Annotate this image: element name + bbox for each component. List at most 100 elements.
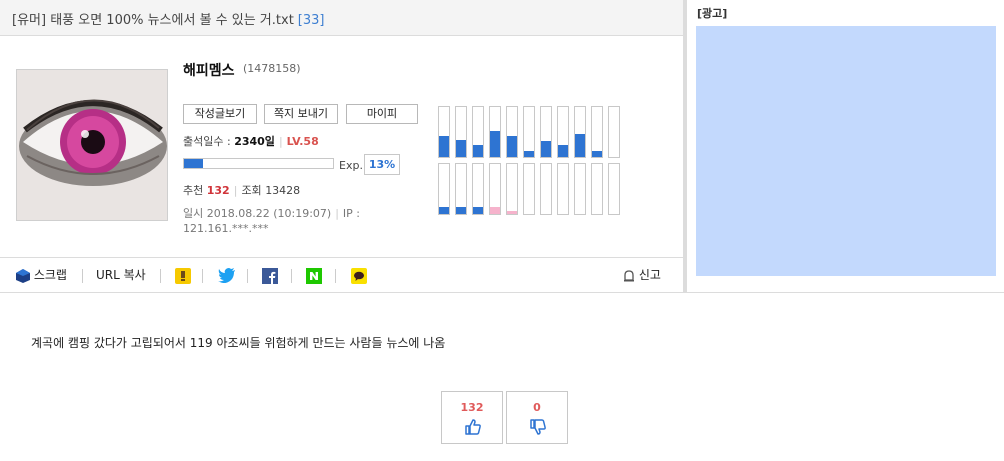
- siren-icon: [624, 270, 634, 282]
- report-label: 신고: [638, 268, 661, 282]
- naver-icon: [306, 267, 322, 284]
- exp-percent: 13%: [364, 154, 400, 175]
- separator: [247, 269, 248, 283]
- level-badge: LV.58: [286, 135, 319, 148]
- activity-bar-bottom-cell: [591, 163, 603, 215]
- activity-bar-top-cell: [574, 106, 586, 158]
- activity-bar-bottom-cell: [489, 163, 501, 215]
- comment-count-link[interactable]: [33]: [298, 13, 325, 28]
- exp-progress-bar: [183, 158, 334, 169]
- scrap-label: 스크랩: [33, 268, 67, 282]
- activity-chart-bottom: [438, 163, 622, 215]
- author-id: (1478158): [243, 62, 301, 75]
- activity-bar-bottom-fill: [456, 207, 466, 214]
- twitter-share-button[interactable]: [218, 266, 236, 284]
- stats-row: 추천 132 | 조회 13428: [183, 182, 300, 198]
- activity-bar-bottom-cell: [540, 163, 552, 215]
- activity-bar-top-fill: [473, 145, 483, 157]
- facebook-share-button[interactable]: [262, 266, 278, 284]
- report-button[interactable]: 신고: [623, 266, 661, 284]
- naver-share-button[interactable]: [306, 266, 322, 284]
- post-page: [유머] 태풍 오면 100% 뉴스에서 볼 수 있는 거.txt [33] 해피…: [0, 0, 1004, 461]
- post-title-bar: [유머] 태풍 오면 100% 뉴스에서 볼 수 있는 거.txt [33]: [0, 0, 683, 36]
- view-posts-button[interactable]: 작성글보기: [183, 104, 257, 124]
- post-title-text: [유머] 태풍 오면 100% 뉴스에서 볼 수 있는 거.txt: [12, 13, 294, 28]
- ad-label: [광고]: [697, 7, 728, 20]
- separator: |: [278, 135, 283, 148]
- activity-bar-top-fill: [541, 141, 551, 157]
- exp-label: Exp.: [339, 159, 363, 172]
- activity-bar-top-cell: [557, 106, 569, 158]
- ad-banner[interactable]: [696, 26, 996, 276]
- exp-progress-fill: [184, 159, 204, 168]
- kakaotalk-icon: [351, 267, 367, 284]
- activity-bar-bottom-cell: [608, 163, 620, 215]
- recommend-value: 132: [206, 184, 230, 197]
- author-nickname[interactable]: 해피멤스: [183, 60, 235, 80]
- views-value: 13428: [265, 184, 301, 197]
- activity-bar-bottom-cell: [472, 163, 484, 215]
- activity-bar-top-cell: [523, 106, 535, 158]
- vertical-divider: [683, 0, 687, 292]
- activity-bar-top-fill: [558, 145, 568, 157]
- upvote-count: 132: [460, 401, 484, 414]
- activity-bar-bottom-fill: [439, 207, 449, 214]
- attendance-value: 2340일: [234, 135, 275, 148]
- scrap-button[interactable]: 스크랩: [16, 266, 67, 284]
- post-date: 일시 2018.08.22 (10:19:07): [183, 207, 332, 220]
- separator: [160, 269, 161, 283]
- activity-bar-bottom-cell: [557, 163, 569, 215]
- separator: [82, 269, 83, 283]
- activity-bar-bottom-cell: [438, 163, 450, 215]
- author-photo[interactable]: [16, 69, 168, 221]
- downvote-count: 0: [533, 401, 541, 414]
- activity-bar-bottom-fill: [490, 207, 500, 214]
- mypi-button[interactable]: 마이피: [346, 104, 418, 124]
- url-copy-button[interactable]: URL 복사: [96, 266, 146, 284]
- separator: |: [335, 207, 339, 220]
- send-memo-button[interactable]: 쪽지 보내기: [264, 104, 338, 124]
- activity-bar-bottom-cell: [574, 163, 586, 215]
- separator: [335, 269, 336, 283]
- activity-bar-bottom-cell: [455, 163, 467, 215]
- activity-bar-bottom-cell: [506, 163, 518, 215]
- separator: [202, 269, 203, 283]
- activity-bar-bottom-fill: [507, 211, 517, 214]
- activity-bar-top-cell: [540, 106, 552, 158]
- ip-label: IP :: [342, 207, 361, 220]
- upvote-button[interactable]: 132: [441, 391, 503, 444]
- kakaostory-share-button[interactable]: [175, 266, 191, 284]
- facebook-icon: [262, 267, 278, 284]
- views-label: 조회: [241, 184, 262, 197]
- attendance-row: 출석일수 : 2340일 | LV.58: [183, 133, 319, 149]
- activity-bar-top-cell: [591, 106, 603, 158]
- activity-bar-top-cell: [438, 106, 450, 158]
- activity-bar-top-cell: [489, 106, 501, 158]
- content-divider: [0, 292, 1004, 293]
- activity-bar-top-cell: [472, 106, 484, 158]
- activity-chart-top: [438, 106, 622, 158]
- activity-bar-bottom-fill: [473, 207, 483, 214]
- kakaotalk-share-button[interactable]: [351, 266, 367, 284]
- activity-bar-top-fill: [507, 136, 517, 157]
- activity-bar-top-cell: [455, 106, 467, 158]
- activity-bar-top-fill: [575, 134, 585, 157]
- activity-bar-bottom-cell: [523, 163, 535, 215]
- downvote-button[interactable]: 0: [506, 391, 568, 444]
- separator: |: [233, 184, 238, 197]
- activity-bar-top-cell: [608, 106, 620, 158]
- post-body: 계곡에 캠핑 갔다가 고립되어서 119 아조씨들 위험하게 만드는 사람들 뉴…: [31, 336, 446, 350]
- recommend-label: 추천: [183, 184, 204, 197]
- post-meta: 일시 2018.08.22 (10:19:07) | IP : 121.161.**…: [183, 206, 383, 236]
- activity-bar-top-fill: [439, 136, 449, 157]
- activity-bar-top-fill: [524, 151, 534, 157]
- thumbs-down-icon: [530, 419, 546, 435]
- twitter-icon: [218, 268, 235, 283]
- ip-value: 121.161.***.***: [183, 222, 269, 235]
- activity-bar-top-fill: [490, 131, 500, 157]
- separator: [291, 269, 292, 283]
- activity-bar-top-fill: [456, 139, 466, 157]
- activity-bar-top-cell: [506, 106, 518, 158]
- scrap-icon: [16, 268, 30, 283]
- pink-eye-icon: [17, 70, 167, 220]
